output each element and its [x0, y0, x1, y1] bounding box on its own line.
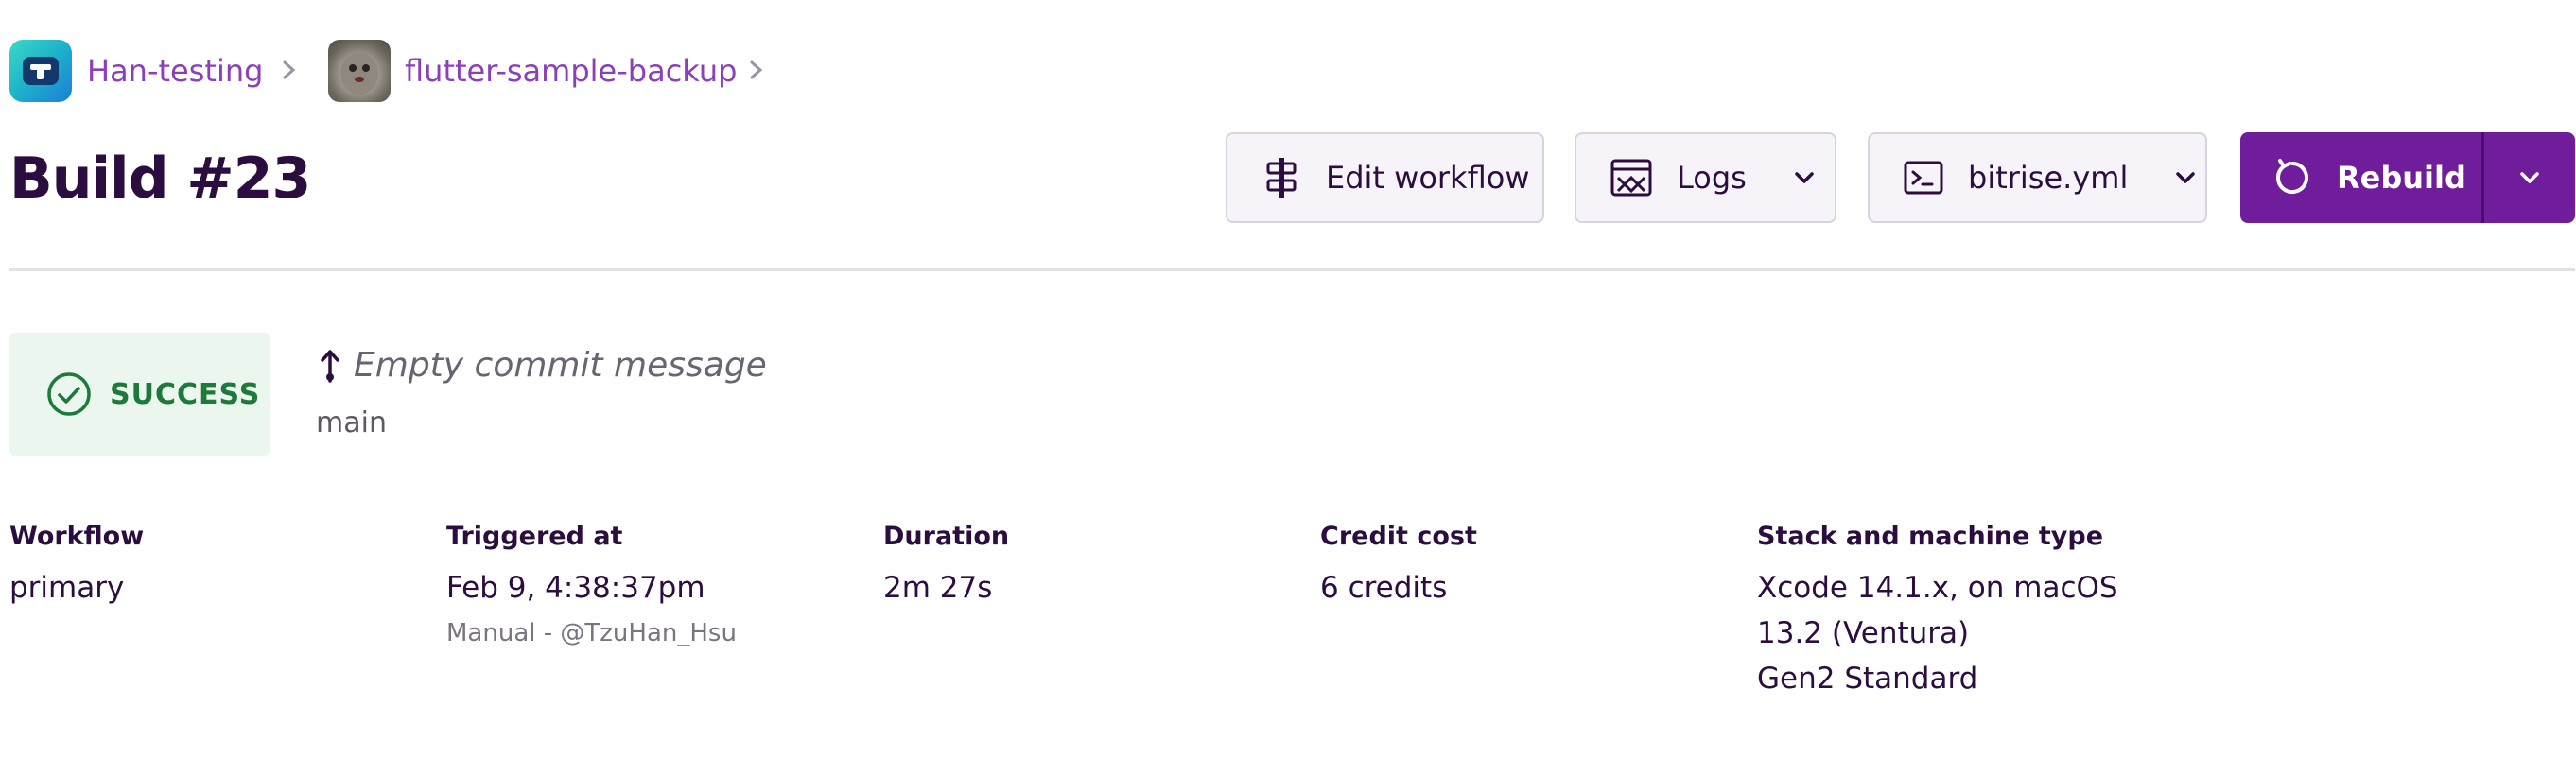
chevron-down-icon: [2520, 172, 2539, 183]
project-avatar[interactable]: [328, 40, 391, 102]
workflow-detail: Workflow primary: [9, 518, 144, 611]
success-check-icon: [47, 372, 91, 416]
triggered-heading: Triggered at: [446, 522, 623, 551]
logs-icon: [1610, 159, 1652, 197]
breadcrumb-chevron-icon: [747, 51, 766, 97]
stack-line: Gen2 Standard: [1757, 662, 1978, 696]
workflow-icon: [1266, 158, 1297, 198]
triggered-detail: Triggered at Feb 9, 4:38:37pm Manual - @…: [446, 518, 737, 652]
stack-heading: Stack and machine type: [1757, 522, 2104, 551]
page-title: Build #23: [9, 146, 311, 212]
workflow-value: primary: [9, 571, 125, 605]
logs-label: Logs: [1677, 160, 1747, 196]
branch-name: main: [316, 406, 387, 439]
breadcrumb-chevron-icon: [280, 51, 299, 97]
edit-workflow-label: Edit workflow: [1326, 160, 1530, 196]
rebuild-split-button: Rebuild: [2240, 132, 2575, 223]
project-image: [340, 53, 378, 95]
header-divider: [9, 268, 2575, 271]
status-label: SUCCESS: [110, 377, 261, 411]
triggered-by: Manual - @TzuHan_Hsu: [446, 619, 737, 647]
chevron-down-icon: [1795, 172, 1814, 183]
duration-detail: Duration 2m 27s: [883, 518, 1009, 611]
credit-value: 6 credits: [1320, 571, 1448, 605]
credit-detail: Credit cost 6 credits: [1320, 518, 1477, 611]
workspace-logo[interactable]: [9, 40, 72, 102]
duration-heading: Duration: [883, 522, 1010, 551]
rebuild-button[interactable]: Rebuild: [2240, 132, 2481, 223]
rebuild-label: Rebuild: [2337, 160, 2466, 196]
rebuild-options-button[interactable]: [2481, 132, 2575, 223]
terminal-icon: [1904, 161, 1943, 195]
stack-line: Xcode 14.1.x, on macOS: [1757, 571, 2118, 605]
duration-value: 2m 27s: [883, 571, 993, 605]
commit-message: Empty commit message: [354, 346, 767, 385]
bitrise-yml-label: bitrise.yml: [1968, 160, 2129, 196]
stack-line: 13.2 (Ventura): [1757, 616, 1970, 650]
bitrise-logo-icon: [23, 57, 59, 85]
logs-button[interactable]: Logs: [1575, 132, 1836, 223]
stack-detail: Stack and machine type Xcode 14.1.x, on …: [1757, 518, 2118, 701]
status-badge: SUCCESS: [9, 333, 270, 456]
chevron-down-icon: [2176, 172, 2196, 183]
breadcrumb-workspace-link[interactable]: Han-testing: [87, 52, 263, 90]
bitrise-yml-button[interactable]: bitrise.yml: [1868, 132, 2207, 223]
breadcrumb-project-link[interactable]: flutter-sample-backup: [405, 52, 737, 90]
commit-arrow-icon: [321, 349, 339, 383]
commit-message-row: Empty commit message: [316, 346, 767, 385]
triggered-value: Feb 9, 4:38:37pm: [446, 571, 705, 605]
edit-workflow-button[interactable]: Edit workflow: [1226, 132, 1544, 223]
rebuild-icon: [2276, 159, 2308, 194]
credit-heading: Credit cost: [1320, 522, 1477, 551]
workflow-heading: Workflow: [9, 522, 145, 551]
